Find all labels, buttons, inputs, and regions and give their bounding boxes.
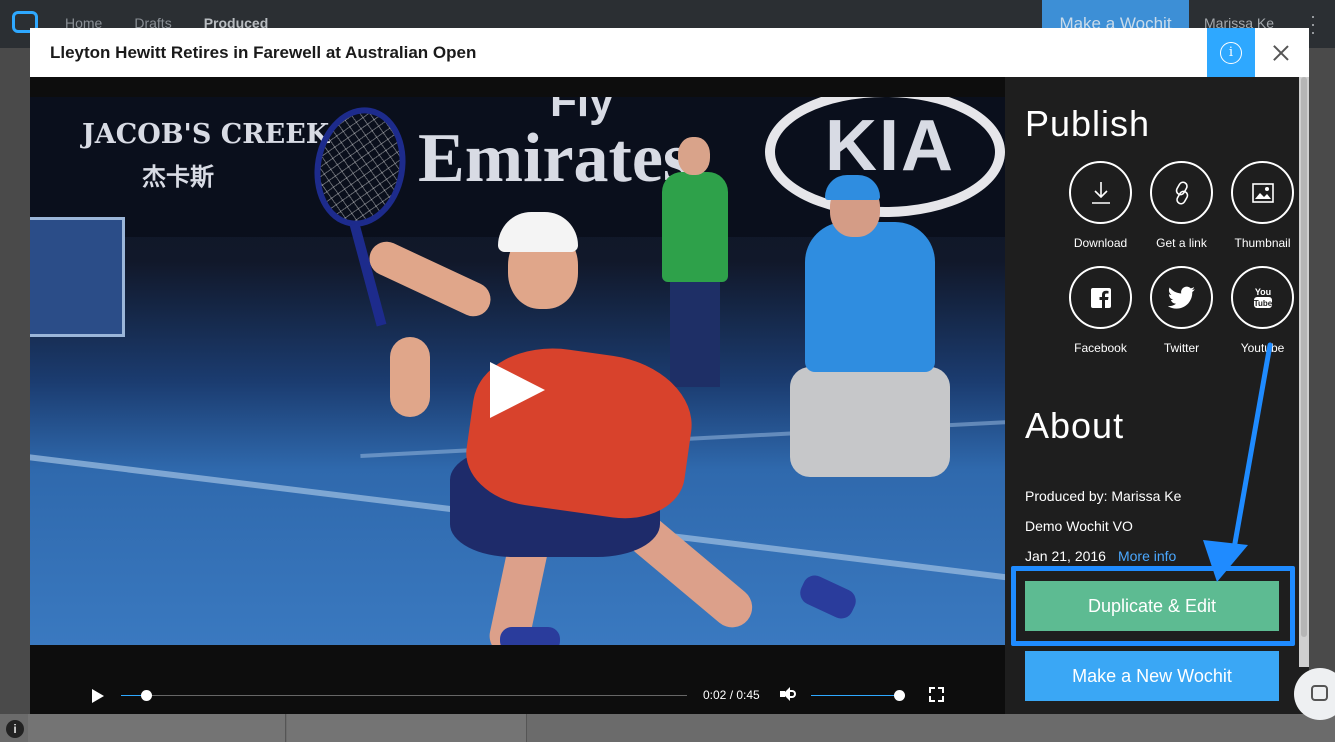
publish-twitter[interactable]: Twitter (1141, 266, 1222, 355)
close-icon[interactable] (1269, 41, 1293, 65)
fullscreen-icon[interactable] (929, 687, 944, 702)
official-legs (790, 367, 950, 477)
publish-get-link-label: Get a link (1156, 236, 1207, 250)
about-heading: About (1025, 405, 1125, 446)
video-controls: 0:02 / 0:45 (30, 667, 1005, 714)
line-judge (662, 172, 728, 282)
publish-facebook[interactable]: Facebook (1060, 266, 1141, 355)
publish-heading: Publish (1025, 103, 1151, 144)
image-icon[interactable] (1231, 161, 1294, 224)
info-icon: i (1220, 42, 1242, 64)
help-info-icon[interactable]: i (6, 720, 24, 738)
publish-thumbnail-label: Thumbnail (1234, 236, 1291, 250)
twitter-icon[interactable] (1150, 266, 1213, 329)
volume-icon[interactable] (780, 687, 796, 703)
player-arm (390, 337, 430, 417)
background-card (287, 714, 527, 742)
player-shoe (500, 627, 560, 645)
scoreboard (30, 217, 125, 337)
about-produced-by: Produced by: Marissa Ke (1025, 488, 1182, 504)
side-panel: Publish Download Get a link Thumbnail Fa… (1005, 77, 1309, 714)
line-judge-legs (670, 277, 720, 387)
play-icon[interactable] (92, 689, 104, 703)
modal-header: Lleyton Hewitt Retires in Farewell at Au… (30, 28, 1309, 77)
side-panel-scrollbar[interactable] (1299, 77, 1309, 667)
publish-download[interactable]: Download (1060, 161, 1141, 250)
about-date-row: Jan 21, 2016 More info (1025, 548, 1176, 564)
about-date: Jan 21, 2016 (1025, 548, 1106, 564)
player-arm (363, 236, 497, 322)
facebook-icon[interactable] (1069, 266, 1132, 329)
svg-text:You: You (1254, 287, 1270, 297)
make-new-wochit-button[interactable]: Make a New Wochit (1025, 651, 1279, 701)
kebab-menu-icon[interactable]: · · · (1310, 7, 1316, 41)
publish-download-label: Download (1073, 236, 1128, 250)
publish-youtube-label: Youtube (1240, 341, 1285, 355)
player-shoe (796, 571, 860, 623)
big-play-icon[interactable] (490, 362, 545, 418)
line-judge-head (678, 137, 710, 175)
seek-bar[interactable] (121, 690, 687, 701)
sponsor-jacobs-creek-sub: 杰卡斯 (142, 162, 214, 191)
svg-text:Tube: Tube (1253, 299, 1272, 308)
background-content (0, 714, 1335, 742)
video-frame[interactable]: JACOB'S CREEK 杰卡斯 Fly Emirates KIA (30, 97, 1005, 645)
seek-handle[interactable] (141, 690, 153, 701)
volume-handle[interactable] (894, 690, 905, 701)
time-display: 0:02 / 0:45 (703, 688, 760, 702)
about-voice: Demo Wochit VO (1025, 518, 1133, 534)
download-icon[interactable] (1069, 161, 1132, 224)
publish-get-link[interactable]: Get a link (1141, 161, 1222, 250)
volume-level (811, 695, 899, 696)
chat-icon (1311, 685, 1328, 701)
youtube-icon[interactable]: You Tube (1231, 266, 1294, 329)
publish-youtube[interactable]: You Tube Youtube (1222, 266, 1303, 355)
sponsor-jacobs-creek: JACOB'S CREEK (82, 119, 330, 150)
publish-twitter-label: Twitter (1163, 341, 1200, 355)
official (805, 222, 935, 372)
info-button[interactable]: i (1207, 28, 1255, 77)
link-icon[interactable] (1150, 161, 1213, 224)
scrollbar-thumb[interactable] (1301, 77, 1307, 637)
publish-facebook-label: Facebook (1074, 341, 1127, 355)
more-info-link[interactable]: More info (1118, 548, 1176, 564)
volume-slider[interactable] (811, 690, 905, 701)
sponsor-emirates: Emirates (418, 120, 691, 197)
publish-thumbnail[interactable]: Thumbnail (1222, 161, 1303, 250)
duplicate-edit-button[interactable]: Duplicate & Edit (1025, 581, 1279, 631)
video-modal: Lleyton Hewitt Retires in Farewell at Au… (30, 28, 1309, 714)
video-player[interactable]: JACOB'S CREEK 杰卡斯 Fly Emirates KIA 0:02 … (30, 77, 1005, 714)
modal-title: Lleyton Hewitt Retires in Farewell at Au… (50, 43, 477, 62)
background-card (28, 714, 286, 742)
